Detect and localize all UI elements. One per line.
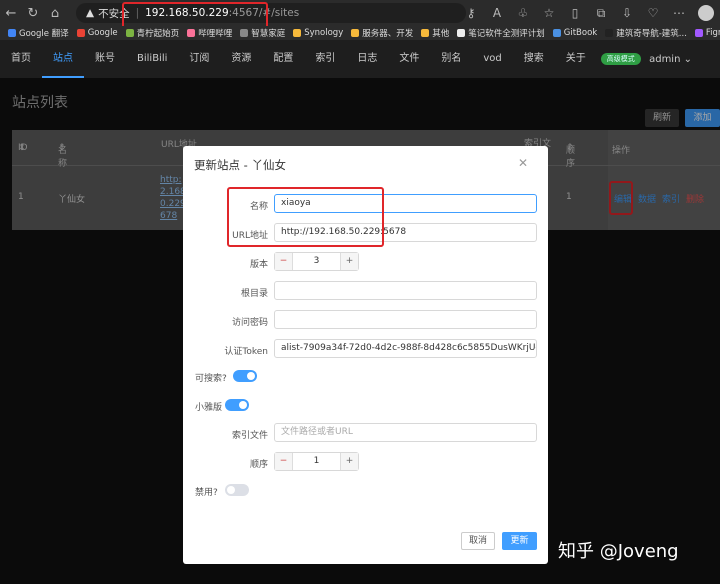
favorite-icon[interactable]: ☆ <box>536 6 562 20</box>
bookmark-icon <box>351 29 360 37</box>
nav-item[interactable]: 首页 <box>0 40 42 78</box>
nav-item[interactable]: BiliBili <box>126 40 178 78</box>
bookmark-item[interactable]: GitBook <box>552 28 597 38</box>
more-icon[interactable]: ⋯ <box>666 6 692 20</box>
download-icon[interactable]: ⇩ <box>614 6 640 20</box>
disabled-label: 禁用? <box>195 488 218 498</box>
bookmark-item[interactable]: 其他 <box>421 27 449 39</box>
increment-button[interactable]: + <box>340 253 358 270</box>
bookmark-item[interactable]: Google 翻译 <box>8 27 69 39</box>
bookmark-icon <box>694 29 703 37</box>
bookmark-icon <box>421 29 430 37</box>
cancel-button[interactable]: 取消 <box>461 532 495 550</box>
bookmark-icon <box>605 29 614 37</box>
root-label: 根目录 <box>240 289 268 299</box>
mode-toggle[interactable]: 高级模式 <box>600 53 641 65</box>
nav-item[interactable]: 日志 <box>346 40 388 78</box>
version-value[interactable]: 3 <box>293 253 340 270</box>
browser-toolbar: ← ↻ ⌂ ▲ 不安全 | 192.168.50.229 :4567/#/sit… <box>0 0 720 29</box>
order-label: 顺序 <box>249 460 268 470</box>
browser-actions: ⚷ A ♧ ☆ ▯ ⧉ ⇩ ♡ ⋯ <box>458 0 720 26</box>
password-input[interactable] <box>274 310 537 329</box>
index-file-input[interactable]: 文件路径或者URL <box>274 423 537 442</box>
back-icon[interactable]: ← <box>0 6 22 21</box>
update-button[interactable]: 更新 <box>502 532 537 550</box>
extensions-icon[interactable]: ♧ <box>510 6 536 20</box>
index-file-label: 索引文件 <box>231 431 268 441</box>
nav-item[interactable]: 文件 <box>388 40 430 78</box>
key-icon[interactable]: ⚷ <box>458 6 484 20</box>
form-highlight-box <box>227 187 384 247</box>
app-navbar: 首页 站点 账号 BiliBili 订阅 资源 配置 索引 日志 文件 别名 vod 搜索 关于 高级模式 … <box>0 40 720 78</box>
disabled-switch[interactable] <box>225 484 249 496</box>
version-stepper[interactable]: − 3 + <box>274 252 359 271</box>
bookmark-item[interactable]: 笔记软件全测评计划 <box>457 27 545 39</box>
home-icon[interactable]: ⌂ <box>44 6 66 21</box>
searchable-label: 可搜索? <box>195 374 227 384</box>
split-icon[interactable]: ▯ <box>562 6 588 20</box>
bookmark-icon <box>76 29 85 37</box>
bookmark-icon <box>293 29 302 37</box>
reload-icon[interactable]: ↻ <box>22 6 44 21</box>
order-stepper[interactable]: − 1 + <box>274 452 359 471</box>
bookmark-item[interactable]: Google <box>76 28 118 38</box>
password-label: 访问密码 <box>231 318 268 328</box>
nav-item[interactable]: 配置 <box>262 40 304 78</box>
decrement-button[interactable]: − <box>275 453 293 470</box>
decrement-button[interactable]: − <box>275 253 293 270</box>
update-site-dialog: 更新站点 - 丫仙女 ✕ 名称 xiaoya URL地址 http://192.… <box>183 146 548 564</box>
nav-item[interactable]: 关于 <box>555 40 597 78</box>
version-label: 版本 <box>249 260 268 270</box>
nav-item[interactable]: 订阅 <box>178 40 220 78</box>
close-icon[interactable]: ✕ <box>518 156 528 170</box>
bookmark-icon <box>552 29 561 37</box>
xiaoya-switch[interactable] <box>225 399 249 411</box>
token-label: 认证Token <box>224 347 268 357</box>
nav-item[interactable]: 索引 <box>304 40 346 78</box>
xiaoya-label: 小雅版 <box>195 403 223 413</box>
warning-icon: ▲ <box>86 7 95 19</box>
bookmark-icon <box>457 29 466 37</box>
bookmark-item[interactable]: 哔哩哔哩 <box>187 27 232 39</box>
token-input[interactable]: alist-7909a34f-72d0-4d2c-988f-8d428c6c58… <box>274 339 537 358</box>
bookmark-item[interactable]: Synology <box>293 28 343 38</box>
user-menu[interactable]: admin ⌄ <box>649 54 692 65</box>
bookmark-item[interactable]: 服务器、开发 <box>351 27 413 39</box>
heart-icon[interactable]: ♡ <box>640 6 666 20</box>
bookmark-icon <box>240 29 249 37</box>
nav-item[interactable]: 别名 <box>430 40 472 78</box>
bookmark-icon <box>125 29 134 37</box>
collections-icon[interactable]: ⧉ <box>588 6 614 21</box>
nav-item[interactable]: 搜索 <box>513 40 555 78</box>
bookmark-icon <box>187 29 196 37</box>
nav-item[interactable]: vod <box>472 40 512 78</box>
nav-item[interactable]: 账号 <box>84 40 126 78</box>
profile-avatar[interactable] <box>698 5 714 21</box>
increment-button[interactable]: + <box>340 453 358 470</box>
read-aloud-icon[interactable]: A <box>484 6 510 20</box>
nav-item[interactable]: 资源 <box>220 40 262 78</box>
root-input[interactable] <box>274 281 537 300</box>
watermark: 知乎 @Joveng <box>558 541 679 562</box>
url-highlight-box <box>122 2 268 29</box>
bookmark-item[interactable]: 智慧家庭 <box>240 27 285 39</box>
bookmark-item[interactable]: 建筑奇导航-建筑... <box>605 27 687 39</box>
bookmark-icon <box>8 29 16 37</box>
nav-item[interactable]: 站点 <box>42 40 84 78</box>
bookmark-item[interactable]: 青柠起始页 <box>125 27 179 39</box>
bookmark-item[interactable]: Figma <box>694 28 720 38</box>
order-value[interactable]: 1 <box>293 453 340 470</box>
dialog-title: 更新站点 - 丫仙女 <box>194 158 286 172</box>
searchable-switch[interactable] <box>233 370 257 382</box>
bookmarks-bar: Google 翻译 Google 青柠起始页 哔哩哔哩 智慧家庭 Synology 服务器、… <box>0 26 720 40</box>
